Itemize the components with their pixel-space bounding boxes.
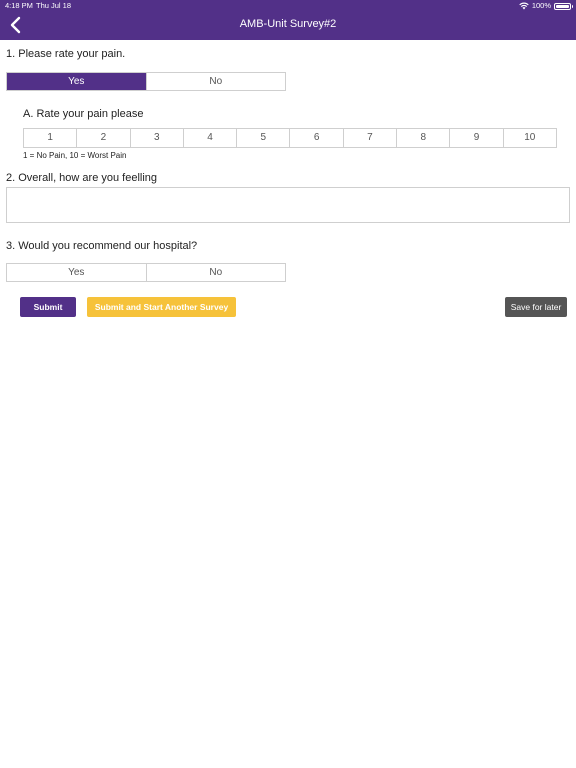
- q1-option-yes[interactable]: Yes: [7, 73, 146, 90]
- status-date: Thu Jul 18: [36, 1, 72, 10]
- save-for-later-button[interactable]: Save for later: [505, 297, 567, 317]
- battery-fill: [556, 4, 569, 8]
- top-bar: 4:18 PM Thu Jul 18 100% AMB-Unit Survey#…: [0, 0, 576, 40]
- pain-scale-hint: 1 = No Pain, 10 = Worst Pain: [23, 151, 127, 160]
- question-1-options: Yes No: [6, 72, 286, 91]
- submit-and-start-another-button[interactable]: Submit and Start Another Survey: [87, 297, 236, 317]
- question-2-text-field[interactable]: [6, 187, 570, 223]
- status-right: 100%: [519, 0, 573, 12]
- pain-scale-9[interactable]: 9: [449, 129, 502, 147]
- pain-scale-5[interactable]: 5: [236, 129, 289, 147]
- pain-scale-7[interactable]: 7: [342, 129, 396, 147]
- pain-scale-10[interactable]: 10: [502, 129, 556, 147]
- page-title: AMB-Unit Survey#2: [239, 18, 337, 30]
- pain-scale-6[interactable]: 6: [289, 129, 342, 147]
- question-3-label: 3. Would you recommend our hospital?: [6, 240, 198, 252]
- q1-option-no[interactable]: No: [145, 73, 286, 90]
- submit-button[interactable]: Submit: [20, 297, 76, 317]
- pain-scale: 1 2 3 4 5 6 7 8 9 10: [23, 128, 557, 148]
- pain-scale-2[interactable]: 2: [76, 129, 129, 147]
- status-time: 4:18 PM: [5, 1, 33, 10]
- q3-option-yes[interactable]: Yes: [7, 264, 146, 281]
- battery-icon: [554, 2, 573, 10]
- pain-scale-1[interactable]: 1: [24, 129, 76, 147]
- pain-scale-4[interactable]: 4: [182, 129, 236, 147]
- wifi-icon: [519, 2, 529, 10]
- status-bar: 4:18 PM Thu Jul 18 100%: [0, 0, 576, 12]
- pain-scale-8[interactable]: 8: [396, 129, 449, 147]
- q3-option-no[interactable]: No: [145, 264, 286, 281]
- battery-percent: 100%: [531, 1, 551, 10]
- question-1-label: 1. Please rate your pain.: [6, 48, 126, 60]
- question-2-label: 2. Overall, how are you feelling: [6, 172, 158, 184]
- pain-scale-3[interactable]: 3: [129, 129, 183, 147]
- question-3-options: Yes No: [6, 263, 286, 282]
- question-1a-label: A. Rate your pain please: [23, 108, 144, 120]
